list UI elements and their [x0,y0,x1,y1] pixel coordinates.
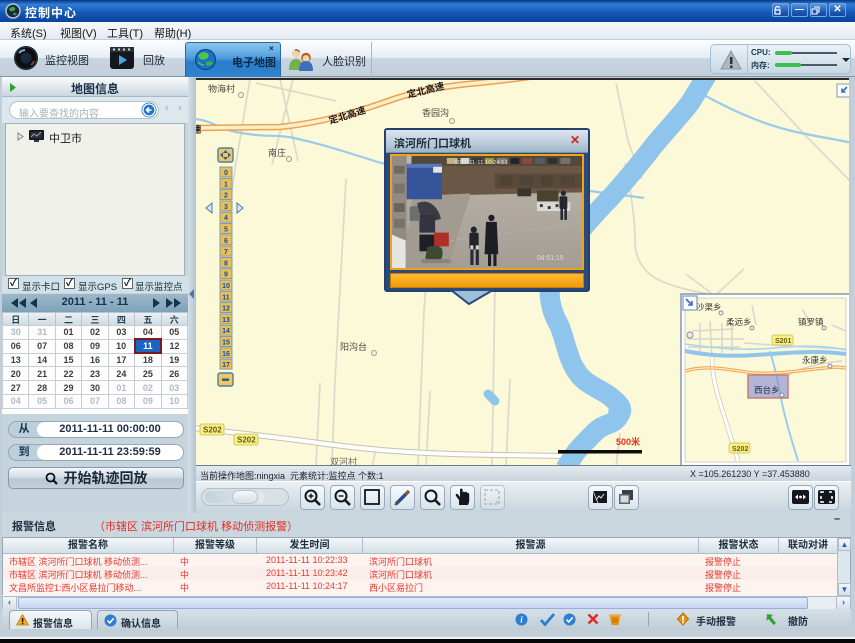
svg-text:7: 7 [224,249,228,256]
svg-text:9: 9 [224,272,228,279]
svg-text:04:51:15: 04:51:15 [537,255,564,262]
svg-text:柔远乡: 柔远乡 [726,317,752,327]
svg-text:4: 4 [224,215,228,222]
svg-text:17: 17 [222,362,230,369]
svg-text:8: 8 [224,260,228,267]
svg-text:13: 13 [222,317,230,324]
svg-text:物海村: 物海村 [208,83,235,94]
svg-text:16: 16 [222,351,230,358]
svg-text:0: 0 [224,170,228,177]
svg-text:镇罗镇: 镇罗镇 [798,317,824,327]
svg-text:S201: S201 [775,338,791,345]
svg-text:11: 11 [222,294,230,301]
svg-text:2011-11-11 10:24:51: 2011-11-11 10:24:51 [455,160,508,166]
svg-text:永康乡: 永康乡 [802,355,828,365]
svg-text:3: 3 [224,204,228,211]
svg-text:6: 6 [224,238,228,245]
svg-text:500米: 500米 [616,436,640,447]
svg-text:西台乡: 西台乡 [754,385,780,395]
svg-text:S202: S202 [732,446,748,453]
svg-text:5: 5 [224,227,228,234]
svg-text:10: 10 [222,283,230,290]
svg-text:2: 2 [224,193,228,200]
svg-text:12: 12 [222,306,230,313]
svg-text:香园沟: 香园沟 [422,107,449,118]
svg-text:阳沟台: 阳沟台 [340,341,367,352]
svg-text:14: 14 [222,328,230,335]
svg-text:南庄: 南庄 [268,147,286,158]
svg-text:速: 速 [196,124,202,136]
svg-text:沙渠乡: 沙渠乡 [696,302,722,312]
svg-text:15: 15 [222,340,230,347]
svg-text:1: 1 [224,181,228,188]
svg-text:S202: S202 [237,436,256,445]
svg-text:S202: S202 [203,426,222,435]
